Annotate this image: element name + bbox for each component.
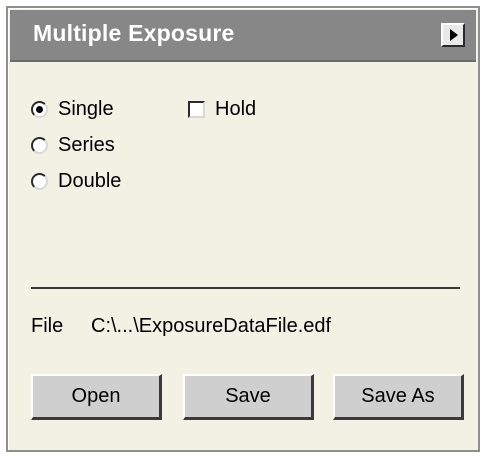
radio-double[interactable]: Double — [31, 168, 121, 194]
checkbox-icon[interactable] — [188, 100, 205, 118]
file-path: C:\...\ExposureDataFile.edf — [91, 315, 332, 337]
right-arrow-icon — [450, 29, 458, 41]
separator-line — [31, 287, 460, 289]
file-label: File — [31, 315, 64, 337]
radio-single-label: Single — [58, 97, 114, 120]
radio-single[interactable]: Single — [31, 96, 114, 122]
radio-series[interactable]: Series — [31, 132, 115, 158]
title-bar: Multiple Exposure — [10, 10, 476, 62]
hold-checkbox-label: Hold — [215, 97, 257, 120]
multiple-exposure-panel: Multiple Exposure Single Series Double H… — [6, 6, 480, 452]
radio-series-label: Series — [58, 133, 115, 156]
radio-button-selected-icon[interactable] — [31, 100, 48, 118]
radio-double-label: Double — [58, 169, 122, 192]
radio-button-icon[interactable] — [31, 136, 48, 154]
hold-checkbox[interactable]: Hold — [188, 96, 256, 122]
open-button[interactable]: Open — [31, 374, 162, 420]
panel-menu-button[interactable] — [441, 23, 465, 47]
radio-button-icon[interactable] — [31, 172, 48, 190]
window-title: Multiple Exposure — [33, 20, 235, 46]
save-as-button[interactable]: Save As — [333, 374, 464, 420]
save-button[interactable]: Save — [183, 374, 314, 420]
